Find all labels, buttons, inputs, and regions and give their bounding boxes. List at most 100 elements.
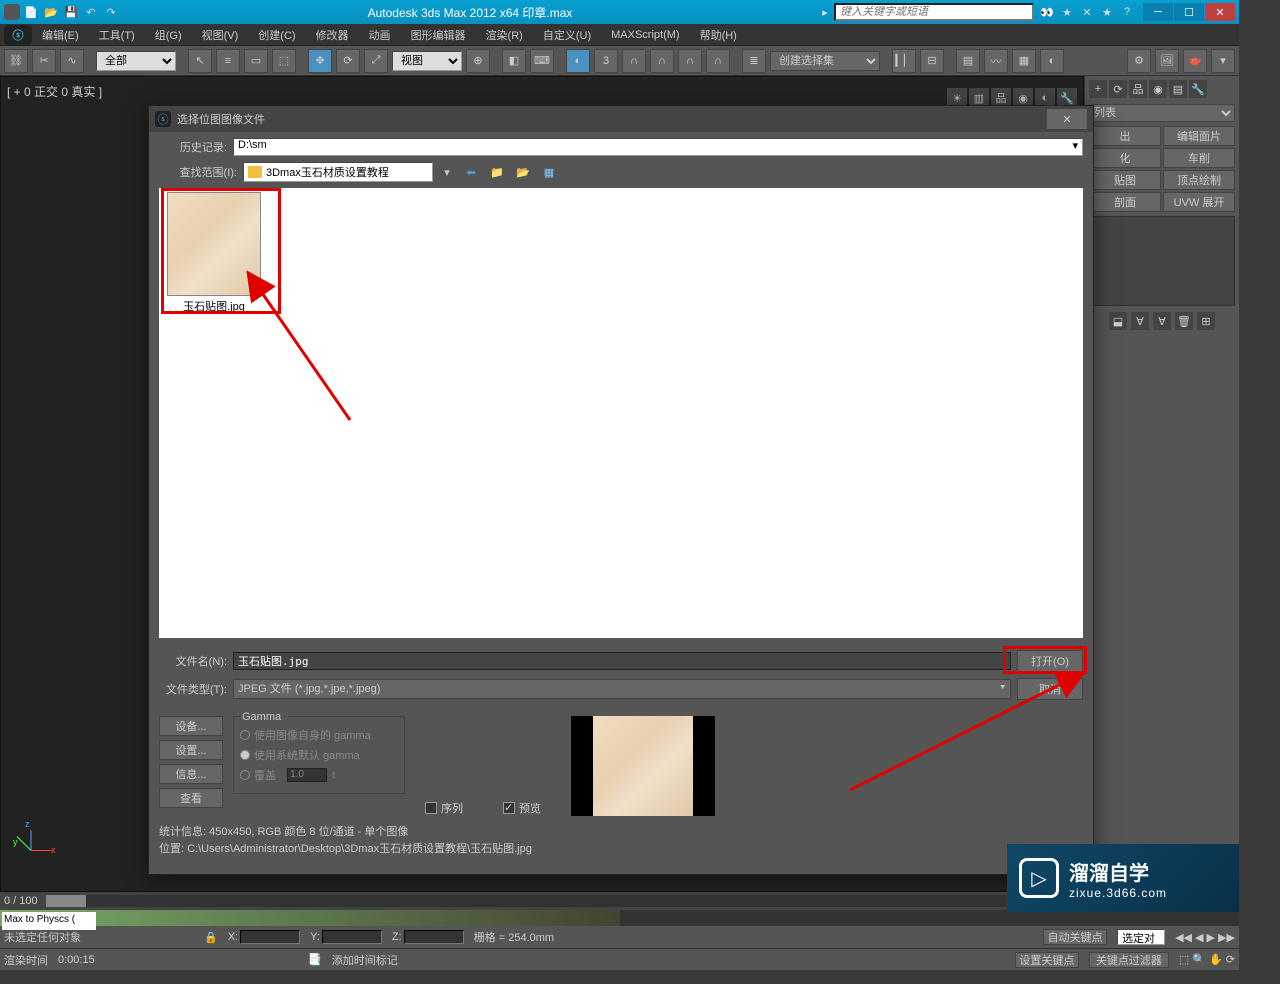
tool-unlink[interactable]: ✂ xyxy=(32,49,56,73)
tool-snap[interactable]: ◐ xyxy=(566,49,590,73)
stack-show-icon[interactable]: ∀ xyxy=(1131,312,1149,330)
menu-maxscript[interactable]: MAXScript(M) xyxy=(601,24,689,46)
nav-up-icon[interactable]: 📁 xyxy=(487,162,507,182)
menu-edit[interactable]: 编辑(E) xyxy=(32,24,89,46)
tool-bind[interactable]: ∿ xyxy=(60,49,84,73)
tool-render-setup[interactable]: ⚙ xyxy=(1127,49,1151,73)
stack-remove-icon[interactable]: 🗑 xyxy=(1175,312,1193,330)
dialog-close-button[interactable]: ✕ xyxy=(1047,109,1087,129)
rp-btn-3[interactable]: 车削 xyxy=(1163,148,1235,168)
redo-icon[interactable]: ↷ xyxy=(102,3,120,21)
menu-group[interactable]: 组(G) xyxy=(145,24,192,46)
tb-icon-2[interactable]: ★ xyxy=(1058,3,1076,21)
menu-render[interactable]: 渲染(R) xyxy=(476,24,533,46)
stack-unique-icon[interactable]: ∀ xyxy=(1153,312,1171,330)
named-selection-select[interactable]: 创建选择集 xyxy=(770,51,880,71)
history-select[interactable]: D:\sm▾ xyxy=(233,138,1083,156)
window-maximize-button[interactable]: ☐ xyxy=(1174,3,1204,21)
rp-btn-6[interactable]: 剖面 xyxy=(1089,192,1161,212)
tool-percent-snap[interactable]: ∩ xyxy=(622,49,646,73)
device-button[interactable]: 设备... xyxy=(159,716,223,736)
tool-pivot[interactable]: ⊕ xyxy=(466,49,490,73)
tool-render-frame[interactable]: 🖼 xyxy=(1155,49,1179,73)
tool-named-sel[interactable]: ≣ xyxy=(742,49,766,73)
gamma-opt-1[interactable]: 使用系统默认 gamma xyxy=(240,747,398,763)
tool-layers[interactable]: ▤ xyxy=(956,49,980,73)
new-icon[interactable]: 📄 xyxy=(22,3,40,21)
rp-btn-1[interactable]: 编辑面片 xyxy=(1163,126,1235,146)
file-thumbnail[interactable]: 玉石贴图.jpg xyxy=(167,192,261,314)
tool-align[interactable]: ⊟ xyxy=(920,49,944,73)
tool-angle-snap[interactable]: 3 xyxy=(594,49,618,73)
app-menu-icon[interactable]: ⓢ xyxy=(4,25,32,45)
nav-new-folder-icon[interactable]: 📂 xyxy=(513,162,533,182)
menu-graph[interactable]: 图形编辑器 xyxy=(401,24,476,46)
view-button[interactable]: 查看 xyxy=(159,788,223,808)
tool-scale[interactable]: ⤢ xyxy=(364,49,388,73)
tool-select-name[interactable]: ≡ xyxy=(216,49,240,73)
nav-view-icon[interactable]: ▦ xyxy=(539,162,559,182)
nav-back-icon[interactable]: ⬅ xyxy=(461,162,481,182)
tool-manip[interactable]: ◧ xyxy=(502,49,526,73)
tool-select-rect[interactable]: ▭ xyxy=(244,49,268,73)
preview-checkbox[interactable]: 预览 xyxy=(503,800,541,816)
panel-utilities-icon[interactable]: 🔧 xyxy=(1189,80,1207,98)
add-time-tag[interactable]: 添加时间标记 xyxy=(332,952,398,968)
tool-e2[interactable]: ∩ xyxy=(706,49,730,73)
search-input[interactable] xyxy=(834,3,1034,21)
tool-spinner-snap[interactable]: ∩ xyxy=(650,49,674,73)
menu-custom[interactable]: 自定义(U) xyxy=(533,24,601,46)
rp-btn-4[interactable]: 贴图 xyxy=(1089,170,1161,190)
rp-btn-5[interactable]: 顶点绘制 xyxy=(1163,170,1235,190)
menu-view[interactable]: 视图(V) xyxy=(192,24,249,46)
panel-create-icon[interactable]: + xyxy=(1089,80,1107,98)
tb-icon-4[interactable]: ★ xyxy=(1098,3,1116,21)
tb-icon-3[interactable]: ✕ xyxy=(1078,3,1096,21)
menu-create[interactable]: 创建(C) xyxy=(248,24,305,46)
z-field[interactable] xyxy=(404,930,464,944)
cancel-button[interactable]: 取消 xyxy=(1017,678,1083,700)
tb-icon-5[interactable]: ? xyxy=(1118,3,1136,21)
lookin-dropdown[interactable]: ▾ xyxy=(439,162,455,182)
tool-render[interactable]: 🫖 xyxy=(1183,49,1207,73)
tool-curve-editor[interactable]: 〰 xyxy=(984,49,1008,73)
save-icon[interactable]: 💾 xyxy=(62,3,80,21)
rp-btn-2[interactable]: 化 xyxy=(1089,148,1161,168)
key-filter-button[interactable]: 关键点过滤器 xyxy=(1089,952,1169,968)
window-close-button[interactable]: ✕ xyxy=(1205,3,1235,21)
lookin-select[interactable]: 3Dmax玉石材质设置教程 xyxy=(243,162,433,182)
gamma-opt-0[interactable]: 使用图像自身的 gamma xyxy=(240,727,398,743)
undo-icon[interactable]: ↶ xyxy=(82,3,100,21)
stack-pin-icon[interactable]: ⬓ xyxy=(1109,312,1127,330)
menu-anim[interactable]: 动画 xyxy=(359,24,401,46)
tool-select[interactable]: ↖ xyxy=(188,49,212,73)
panel-display-icon[interactable]: ▤ xyxy=(1169,80,1187,98)
gamma-opt-2[interactable]: 覆盖 1.0↕ xyxy=(240,767,398,783)
tool-render-last[interactable]: ▾ xyxy=(1211,49,1235,73)
tool-schematic[interactable]: ▦ xyxy=(1012,49,1036,73)
track-bar[interactable] xyxy=(0,910,1239,926)
tool-rotate[interactable]: ⟳ xyxy=(336,49,360,73)
filename-input[interactable] xyxy=(233,652,1011,670)
open-icon[interactable]: 📂 xyxy=(42,3,60,21)
panel-modify-icon[interactable]: ⟳ xyxy=(1109,80,1127,98)
open-button[interactable]: 打开(O) xyxy=(1017,650,1083,672)
tool-material[interactable]: ◐ xyxy=(1040,49,1064,73)
y-field[interactable] xyxy=(322,930,382,944)
tool-keyb[interactable]: ⌨ xyxy=(530,49,554,73)
menu-modifier[interactable]: 修改器 xyxy=(306,24,359,46)
set-key-button[interactable]: 设置关键点 xyxy=(1015,952,1079,968)
stack-config-icon[interactable]: ⊞ xyxy=(1197,312,1215,330)
rp-btn-0[interactable]: 出 xyxy=(1089,126,1161,146)
file-list-area[interactable]: 玉石贴图.jpg xyxy=(159,188,1083,638)
panel-motion-icon[interactable]: ◉ xyxy=(1149,80,1167,98)
tool-move[interactable]: ✥ xyxy=(308,49,332,73)
tool-link[interactable]: ⛓ xyxy=(4,49,28,73)
title-dropdown-icon[interactable]: ▸ xyxy=(816,3,834,21)
tb-icon-1[interactable]: 👀 xyxy=(1038,3,1056,21)
modifier-stack[interactable] xyxy=(1089,216,1235,306)
maxscript-listener[interactable]: Max to Physcs ( xyxy=(2,912,96,930)
tool-mirror[interactable]: ▎▏ xyxy=(892,49,916,73)
auto-key-button[interactable]: 自动关键点 xyxy=(1043,929,1107,945)
info-button[interactable]: 信息... xyxy=(159,764,223,784)
